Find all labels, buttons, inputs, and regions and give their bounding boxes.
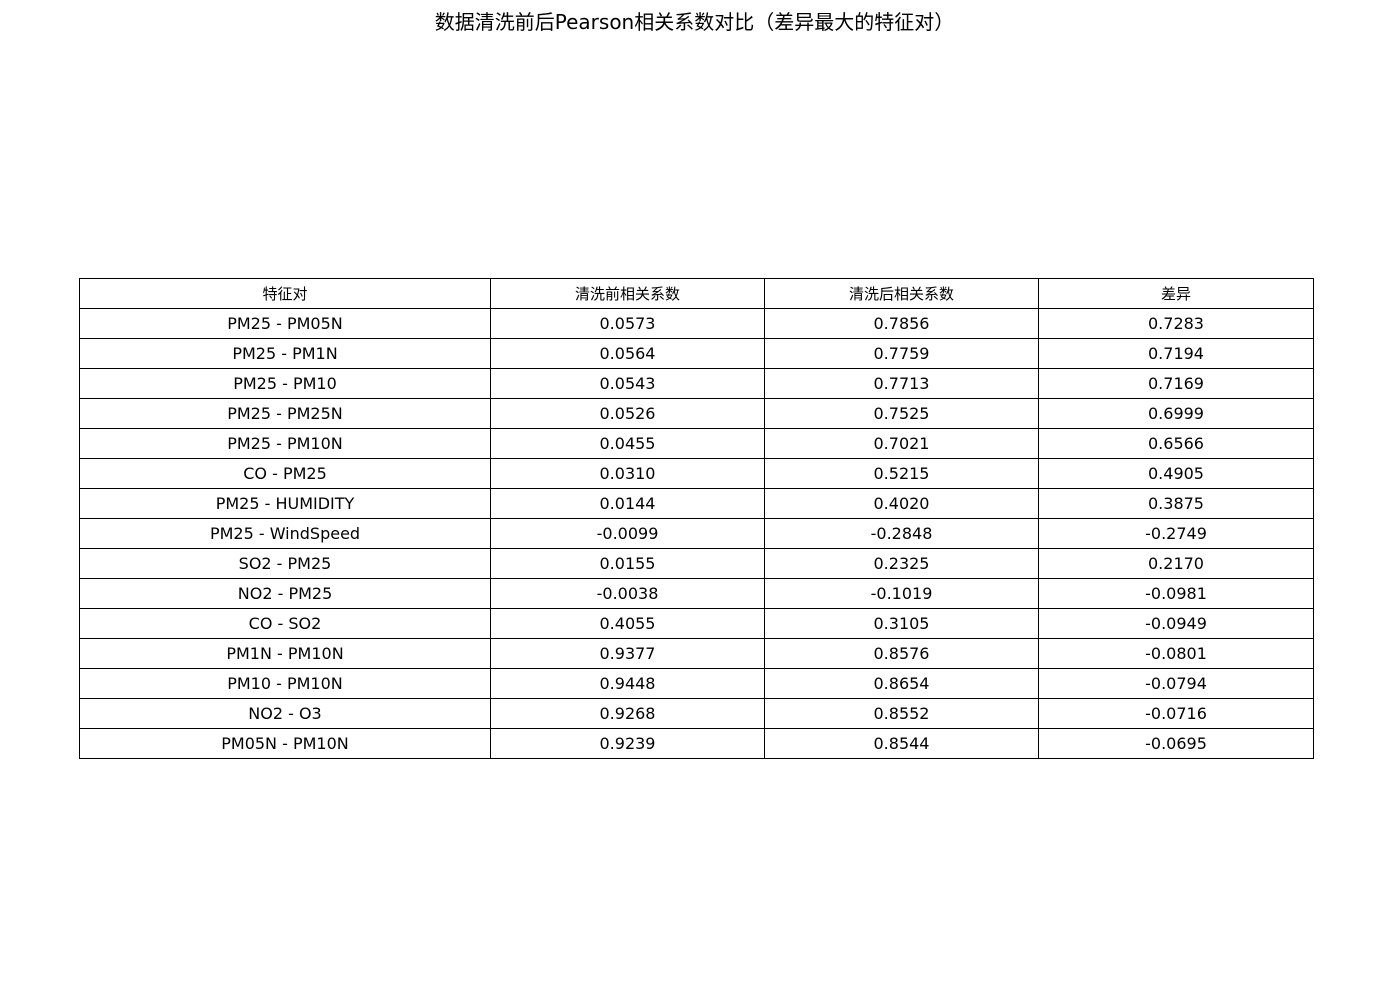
- table-row: NO2 - O3 0.9268 0.8552 -0.0716: [79, 698, 1314, 729]
- chart-title: 数据清洗前后Pearson相关系数对比（差异最大的特征对）: [434, 10, 955, 34]
- cell-before: 0.9268: [490, 698, 765, 729]
- header-after-cleaning: 清洗后相关系数: [764, 278, 1039, 309]
- cell-feature-pair: PM25 - WindSpeed: [79, 518, 491, 549]
- cell-feature-pair: PM25 - HUMIDITY: [79, 488, 491, 519]
- cell-after: -0.1019: [764, 578, 1039, 609]
- cell-after: 0.8552: [764, 698, 1039, 729]
- cell-after: 0.7021: [764, 428, 1039, 459]
- cell-feature-pair: CO - SO2: [79, 608, 491, 639]
- cell-before: -0.0038: [490, 578, 765, 609]
- cell-before: 0.9239: [490, 728, 765, 759]
- cell-before: 0.9377: [490, 638, 765, 669]
- cell-feature-pair: PM1N - PM10N: [79, 638, 491, 669]
- table-row: PM05N - PM10N 0.9239 0.8544 -0.0695: [79, 728, 1314, 759]
- cell-after: 0.7856: [764, 308, 1039, 339]
- table-row: SO2 - PM25 0.0155 0.2325 0.2170: [79, 548, 1314, 579]
- cell-feature-pair: NO2 - PM25: [79, 578, 491, 609]
- cell-feature-pair: SO2 - PM25: [79, 548, 491, 579]
- cell-feature-pair: PM05N - PM10N: [79, 728, 491, 759]
- cell-before: -0.0099: [490, 518, 765, 549]
- cell-after: 0.8576: [764, 638, 1039, 669]
- table-row: CO - PM25 0.0310 0.5215 0.4905: [79, 458, 1314, 489]
- cell-after: 0.8654: [764, 668, 1039, 699]
- cell-before: 0.0526: [490, 398, 765, 429]
- table-row: PM25 - WindSpeed -0.0099 -0.2848 -0.2749: [79, 518, 1314, 549]
- cell-feature-pair: PM10 - PM10N: [79, 668, 491, 699]
- cell-difference: 0.6566: [1038, 428, 1314, 459]
- cell-difference: 0.2170: [1038, 548, 1314, 579]
- correlation-table-container: 特征对 清洗前相关系数 清洗后相关系数 差异 PM25 - PM05N 0.057…: [79, 278, 1314, 759]
- cell-before: 0.0573: [490, 308, 765, 339]
- cell-before: 0.0543: [490, 368, 765, 399]
- cell-after: 0.5215: [764, 458, 1039, 489]
- cell-difference: 0.4905: [1038, 458, 1314, 489]
- cell-before: 0.0455: [490, 428, 765, 459]
- table-row: CO - SO2 0.4055 0.3105 -0.0949: [79, 608, 1314, 639]
- cell-difference: -0.0695: [1038, 728, 1314, 759]
- cell-after: 0.4020: [764, 488, 1039, 519]
- table-row: PM25 - PM10 0.0543 0.7713 0.7169: [79, 368, 1314, 399]
- table-header-row: 特征对 清洗前相关系数 清洗后相关系数 差异: [79, 278, 1314, 309]
- table-row: PM25 - PM05N 0.0573 0.7856 0.7283: [79, 308, 1314, 339]
- cell-after: 0.8544: [764, 728, 1039, 759]
- header-difference: 差异: [1038, 278, 1314, 309]
- cell-feature-pair: PM25 - PM10: [79, 368, 491, 399]
- cell-difference: 0.3875: [1038, 488, 1314, 519]
- cell-after: 0.7713: [764, 368, 1039, 399]
- header-feature-pair: 特征对: [79, 278, 491, 309]
- cell-difference: 0.7194: [1038, 338, 1314, 369]
- cell-difference: -0.0949: [1038, 608, 1314, 639]
- cell-feature-pair: PM25 - PM1N: [79, 338, 491, 369]
- cell-before: 0.9448: [490, 668, 765, 699]
- cell-feature-pair: PM25 - PM10N: [79, 428, 491, 459]
- cell-feature-pair: PM25 - PM25N: [79, 398, 491, 429]
- cell-after: -0.2848: [764, 518, 1039, 549]
- cell-before: 0.0155: [490, 548, 765, 579]
- cell-difference: -0.0981: [1038, 578, 1314, 609]
- cell-after: 0.7525: [764, 398, 1039, 429]
- table-row: PM25 - PM25N 0.0526 0.7525 0.6999: [79, 398, 1314, 429]
- cell-difference: -0.0716: [1038, 698, 1314, 729]
- cell-feature-pair: NO2 - O3: [79, 698, 491, 729]
- cell-feature-pair: CO - PM25: [79, 458, 491, 489]
- cell-after: 0.2325: [764, 548, 1039, 579]
- table-row: NO2 - PM25 -0.0038 -0.1019 -0.0981: [79, 578, 1314, 609]
- cell-difference: 0.7283: [1038, 308, 1314, 339]
- cell-difference: -0.0801: [1038, 638, 1314, 669]
- header-before-cleaning: 清洗前相关系数: [490, 278, 765, 309]
- cell-difference: 0.6999: [1038, 398, 1314, 429]
- cell-difference: 0.7169: [1038, 368, 1314, 399]
- cell-feature-pair: PM25 - PM05N: [79, 308, 491, 339]
- cell-after: 0.3105: [764, 608, 1039, 639]
- cell-before: 0.0564: [490, 338, 765, 369]
- cell-before: 0.4055: [490, 608, 765, 639]
- table-row: PM25 - PM10N 0.0455 0.7021 0.6566: [79, 428, 1314, 459]
- correlation-table: 特征对 清洗前相关系数 清洗后相关系数 差异 PM25 - PM05N 0.057…: [79, 278, 1314, 759]
- cell-difference: -0.2749: [1038, 518, 1314, 549]
- table-row: PM25 - PM1N 0.0564 0.7759 0.7194: [79, 338, 1314, 369]
- table-row: PM25 - HUMIDITY 0.0144 0.4020 0.3875: [79, 488, 1314, 519]
- cell-difference: -0.0794: [1038, 668, 1314, 699]
- cell-before: 0.0144: [490, 488, 765, 519]
- table-row: PM1N - PM10N 0.9377 0.8576 -0.0801: [79, 638, 1314, 669]
- table-body: PM25 - PM05N 0.0573 0.7856 0.7283 PM25 - PM1…: [79, 308, 1314, 759]
- cell-after: 0.7759: [764, 338, 1039, 369]
- cell-before: 0.0310: [490, 458, 765, 489]
- table-row: PM10 - PM10N 0.9448 0.8654 -0.0794: [79, 668, 1314, 699]
